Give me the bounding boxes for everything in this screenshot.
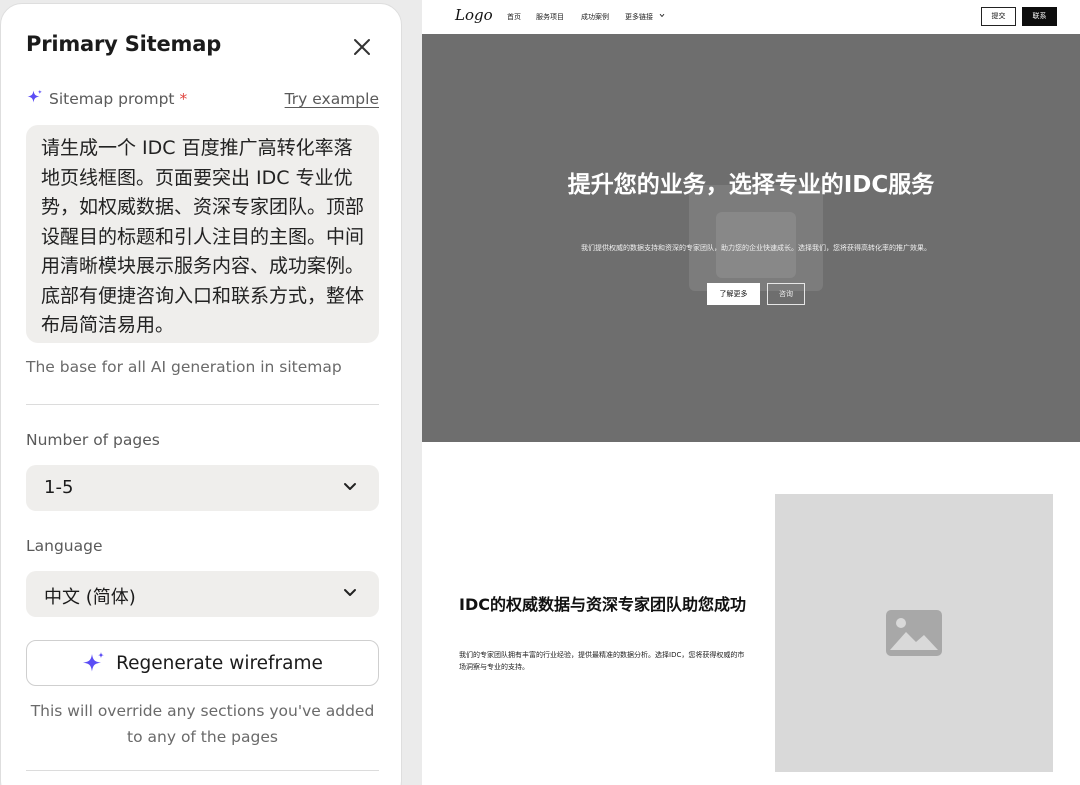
regenerate-wireframe-button[interactable]: Regenerate wireframe [26,640,379,686]
section-body: 我们的专家团队拥有丰富的行业经验，提供最精准的数据分析。选择IDC，您将获得权威… [459,651,745,671]
logo: Logo [455,6,493,24]
pages-select-value: 1-5 [44,477,74,498]
pages-select[interactable]: 1-5 [26,465,379,511]
nav-link-cases[interactable]: 成功案例 [581,12,609,22]
section-image-placeholder [775,494,1053,772]
submit-button[interactable]: 提交 [981,7,1016,26]
language-select[interactable]: 中文 (简体) [26,571,379,617]
nav-link-more[interactable]: 更多链接 [625,12,653,22]
required-mark: * [179,90,188,108]
section-title: IDC的权威数据与资深专家团队助您成功 [459,595,746,614]
hero-subtitle: 我们提供权威的数据支持和资深的专家团队，助力您的企业快速成长。选择我们，您将获得… [581,244,931,252]
chevron-down-icon [344,589,356,596]
hero-section: 提升您的业务，选择专业的IDC服务 我们提供权威的数据支持和资深的专家团队，助力… [422,34,1080,442]
preview-navbar: Logo 首页 服务项目 成功案例 更多链接 提交 联系 [422,0,1080,34]
try-example-link[interactable]: Try example [285,90,379,108]
contact-button[interactable]: 联系 [1022,7,1057,26]
prompt-label: Sitemap prompt * [49,90,188,108]
nav-link-services[interactable]: 服务项目 [536,12,564,22]
consult-button[interactable]: 咨询 [767,283,805,305]
regenerate-note: This will override any sections you've a… [30,702,375,746]
language-label: Language [26,537,103,555]
chevron-down-icon [659,13,665,18]
sparkle-icon [27,89,42,103]
divider [26,770,379,771]
hero-image-placeholder [689,185,823,291]
prompt-hint: The base for all AI generation in sitema… [26,358,342,376]
close-icon[interactable] [350,35,374,59]
wireframe-preview: Logo 首页 服务项目 成功案例 更多链接 提交 联系 提升您的业务，选择专业… [422,0,1080,785]
nav-link-home[interactable]: 首页 [507,12,521,22]
sitemap-panel: Primary Sitemap Sitemap prompt * Try exa… [0,3,402,785]
sparkle-icon [83,652,105,672]
hero-title: 提升您的业务，选择专业的IDC服务 [567,172,935,198]
language-select-value: 中文 (简体) [44,587,136,608]
image-placeholder-icon [886,610,942,656]
pages-label: Number of pages [26,431,160,449]
panel-title: Primary Sitemap [26,32,222,56]
chevron-down-icon [344,483,356,490]
sitemap-prompt-input[interactable]: 请生成一个 IDC 百度推广高转化率落地页线框图。页面要突出 IDC 专业优势，… [26,125,379,343]
divider [26,404,379,405]
learn-more-button[interactable]: 了解更多 [707,283,760,305]
regenerate-label: Regenerate wireframe [116,652,323,674]
prompt-label-row: Sitemap prompt * Try example [26,88,379,112]
